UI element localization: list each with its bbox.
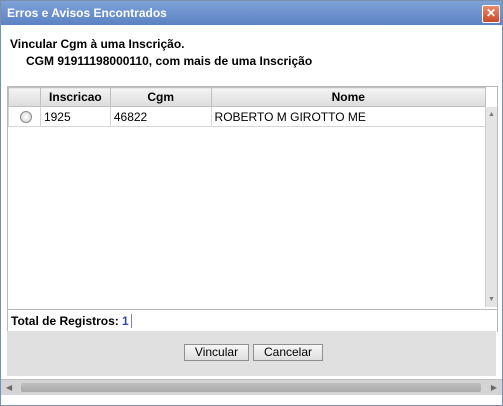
column-header-select [8,87,41,107]
cell-nome: ROBERTO M GIROTTO ME [210,106,487,127]
records-table: Inscricao Cgm Nome 1925 46822 ROBERTO M … [8,87,487,127]
cell-cgm: 46822 [109,106,212,127]
arrow-up-icon[interactable]: ▲ [488,111,495,118]
message-line-2: CGM 91911198000110, com mais de uma Insc… [26,54,313,68]
column-header-nome[interactable]: Nome [210,87,487,107]
column-header-inscricao[interactable]: Inscricao [39,87,111,107]
vertical-scrollbar[interactable]: ▲ ▼ [485,107,497,307]
arrow-left-icon[interactable]: ◀ [6,383,12,392]
vincular-button[interactable]: Vincular [184,344,249,361]
cell-inscricao: 1925 [39,106,111,127]
close-icon[interactable]: ✕ [482,5,500,23]
table-header-row: Inscricao Cgm Nome [8,87,487,107]
horizontal-scrollbar[interactable]: ◀ ▶ [1,379,502,395]
records-grid: Inscricao Cgm Nome 1925 46822 ROBERTO M … [7,86,498,332]
dialog-title: Erros e Avisos Encontrados [7,6,167,20]
message-panel: Vincular Cgm à uma Inscrição. CGM 919111… [1,25,502,85]
table-row[interactable]: 1925 46822 ROBERTO M GIROTTO ME [8,106,487,127]
cancelar-button[interactable]: Cancelar [253,344,323,361]
title-bar[interactable]: Erros e Avisos Encontrados ✕ [1,1,502,25]
arrow-down-icon[interactable]: ▼ [488,296,495,303]
total-records-value: 1 [122,314,132,328]
total-records-label: Total de Registros: [11,314,119,328]
scrollbar-thumb[interactable] [21,383,481,392]
row-select-cell[interactable] [8,106,41,127]
button-bar: Vincular Cancelar [7,331,496,376]
column-header-cgm[interactable]: Cgm [109,87,212,107]
grid-footer: Total de Registros: 1 [8,309,497,332]
message-line-1: Vincular Cgm à uma Inscrição. [10,37,185,51]
dialog-window: Erros e Avisos Encontrados ✕ Vincular Cg… [0,0,503,406]
arrow-right-icon[interactable]: ▶ [491,383,497,392]
radio-icon[interactable] [20,111,32,124]
